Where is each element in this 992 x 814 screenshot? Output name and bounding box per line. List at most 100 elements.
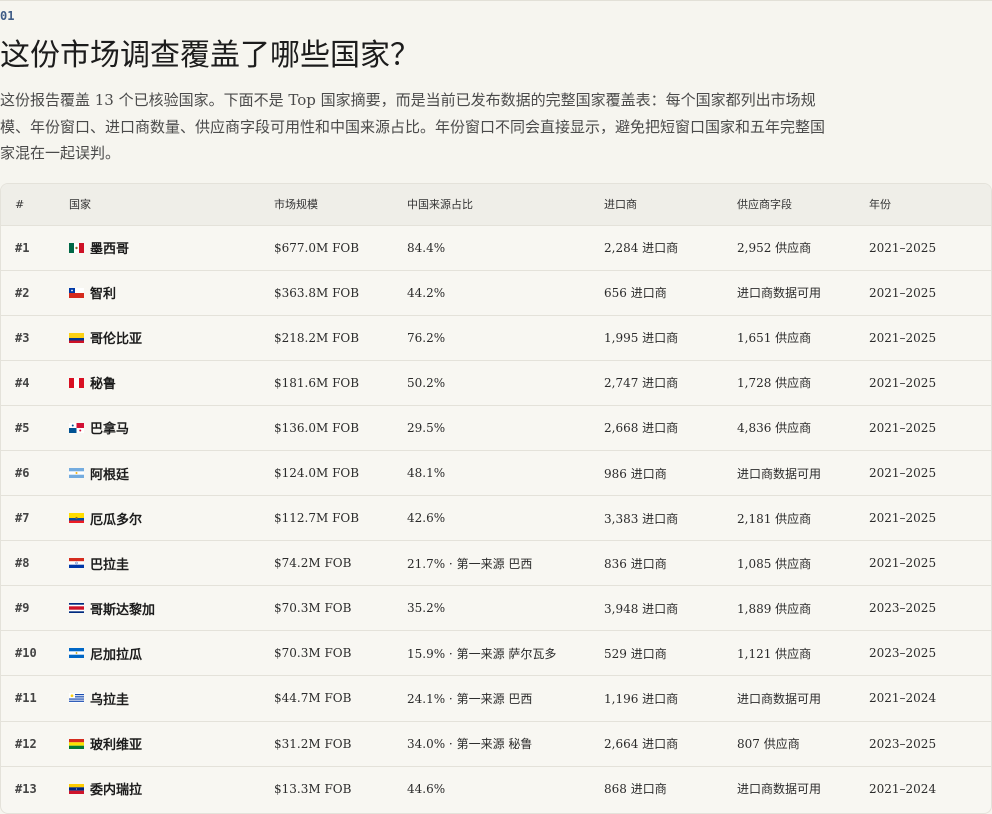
country-name: 哥伦比亚 xyxy=(90,332,143,348)
cell-rank: #11 xyxy=(15,691,37,706)
header-country: 国家 xyxy=(69,198,91,212)
uruguay-flag-icon xyxy=(69,693,84,704)
cell-years: 2021–2024 xyxy=(869,691,937,706)
cell-market-size: $31.2M FOB xyxy=(274,736,352,751)
cell-country: 玻利维亚 xyxy=(69,721,274,766)
country-name: 巴拿马 xyxy=(90,422,130,438)
table-row: #6 阿根廷 $124.0M FOB 48.1% 986 进口商 进口商数据可用 2021–… xyxy=(1,450,991,495)
header-china-share: 中国来源占比 xyxy=(407,198,473,212)
cell-years: 2023–2025 xyxy=(869,646,937,661)
country-name: 玻利维亚 xyxy=(90,738,143,754)
country-name: 尼加拉瓜 xyxy=(90,647,143,663)
intro-paragraph: 这份报告覆盖 13 个已核验国家。下面不是 Top 国家摘要，而是当前已发布数据… xyxy=(0,91,826,162)
country-name: 智利 xyxy=(90,287,117,303)
cell-country: 哥斯达黎加 xyxy=(69,586,274,631)
cell-country: 尼加拉瓜 xyxy=(69,631,274,676)
cell-importers: 2,664 进口商 xyxy=(604,737,679,752)
cell-suppliers: 进口商数据可用 xyxy=(737,691,822,706)
header-rank: # xyxy=(15,197,25,211)
panama-flag-icon xyxy=(69,422,84,433)
cell-china-share: 24.1% · 第一来源 巴西 xyxy=(407,691,533,706)
cell-rank: #9 xyxy=(15,601,30,616)
cell-years: 2021–2025 xyxy=(869,511,937,526)
cell-rank: #6 xyxy=(15,466,30,481)
table-row: #8 巴拉圭 $74.2M FOB 21.7% · 第一来源 巴西 836 进口商 1,0… xyxy=(1,540,991,586)
cell-years: 2021–2024 xyxy=(869,781,937,796)
cell-market-size: $124.0M FOB xyxy=(274,466,360,481)
cell-country: 阿根廷 xyxy=(69,450,274,495)
cell-suppliers: 1,728 供应商 xyxy=(737,376,812,391)
cell-importers: 656 进口商 xyxy=(604,286,667,301)
cell-china-share: 42.6% xyxy=(407,511,446,526)
table-row: #13 委内瑞拉 $13.3M FOB 44.6% 868 进口商 进口商数据可用 2021… xyxy=(1,766,991,811)
table-row: #12 玻利维亚 $31.2M FOB 34.0% · 第一来源 秘鲁 2,664 进口… xyxy=(1,721,991,766)
header-years: 年份 xyxy=(869,198,891,212)
cell-suppliers: 807 供应商 xyxy=(737,737,800,752)
cell-country: 委内瑞拉 xyxy=(69,766,274,811)
cell-china-share: 48.1% xyxy=(407,466,446,481)
costa-rica-flag-icon xyxy=(69,603,84,614)
section-number: 01 xyxy=(0,9,15,23)
cell-importers: 836 进口商 xyxy=(604,556,667,571)
cell-market-size: $74.2M FOB xyxy=(274,556,352,571)
table-header-row: # 国家 市场规模 中国来源占比 进口商 供应商字段 年份 xyxy=(1,184,991,225)
country-name: 厄瓜多尔 xyxy=(90,512,143,528)
cell-suppliers: 1,085 供应商 xyxy=(737,556,812,571)
colombia-flag-icon xyxy=(69,332,84,343)
cell-china-share: 15.9% · 第一来源 萨尔瓦多 xyxy=(407,646,557,661)
table-row: #1 墨西哥 $677.0M FOB 84.4% 2,284 进口商 2,952 供应商 2… xyxy=(1,225,991,270)
cell-suppliers: 进口商数据可用 xyxy=(737,782,822,797)
cell-suppliers: 进口商数据可用 xyxy=(737,286,822,301)
argentina-flag-icon xyxy=(69,468,84,479)
country-coverage-table: # 国家 市场规模 中国来源占比 进口商 供应商字段 年份 #1 墨西哥 $677.… xyxy=(0,183,992,814)
cell-importers: 868 进口商 xyxy=(604,782,667,797)
chile-flag-icon xyxy=(69,287,84,298)
cell-country: 巴拉圭 xyxy=(69,541,274,586)
cell-suppliers: 4,836 供应商 xyxy=(737,421,812,436)
cell-country: 巴拿马 xyxy=(69,405,274,450)
cell-china-share: 34.0% · 第一来源 秘鲁 xyxy=(407,737,533,752)
top-divider xyxy=(0,0,992,1)
cell-importers: 1,196 进口商 xyxy=(604,691,679,706)
cell-market-size: $363.8M FOB xyxy=(274,285,360,300)
cell-years: 2021–2025 xyxy=(869,330,937,345)
cell-china-share: 35.2% xyxy=(407,601,446,616)
cell-importers: 1,995 进口商 xyxy=(604,331,679,346)
cell-country: 秘鲁 xyxy=(69,360,274,405)
cell-years: 2021–2025 xyxy=(869,556,937,571)
cell-suppliers: 1,889 供应商 xyxy=(737,601,812,616)
cell-market-size: $181.6M FOB xyxy=(274,375,360,390)
country-name: 乌拉圭 xyxy=(90,692,130,708)
page-title: 这份市场调查覆盖了哪些国家？ xyxy=(0,38,420,73)
cell-rank: #12 xyxy=(15,736,37,751)
peru-flag-icon xyxy=(69,377,84,388)
cell-china-share: 21.7% · 第一来源 巴西 xyxy=(407,556,533,571)
country-name: 巴拉圭 xyxy=(90,557,130,573)
header-market-size: 市场规模 xyxy=(274,198,318,212)
cell-country: 智利 xyxy=(69,270,274,315)
cell-rank: #1 xyxy=(15,240,30,255)
venezuela-flag-icon xyxy=(69,783,84,794)
nicaragua-flag-icon xyxy=(69,648,84,659)
cell-years: 2023–2025 xyxy=(869,736,937,751)
cell-importers: 2,284 进口商 xyxy=(604,241,679,256)
cell-years: 2023–2025 xyxy=(869,601,937,616)
table-row: #9 哥斯达黎加 $70.3M FOB 35.2% 3,948 进口商 1,889 供应商… xyxy=(1,585,991,631)
cell-country: 墨西哥 xyxy=(69,225,274,270)
cell-country: 厄瓜多尔 xyxy=(69,496,274,541)
table-row: #3 哥伦比亚 $218.2M FOB 76.2% 1,995 进口商 1,651 供应商… xyxy=(1,315,991,360)
cell-suppliers: 1,651 供应商 xyxy=(737,331,812,346)
cell-importers: 3,948 进口商 xyxy=(604,601,679,616)
cell-country: 哥伦比亚 xyxy=(69,315,274,360)
cell-rank: #2 xyxy=(15,285,30,300)
table-row: #7 厄瓜多尔 $112.7M FOB 42.6% 3,383 进口商 2,181 供应商… xyxy=(1,495,991,541)
country-name: 墨西哥 xyxy=(90,242,130,258)
cell-market-size: $677.0M FOB xyxy=(274,240,360,255)
table-row: #11 乌拉圭 $44.7M FOB 24.1% · 第一来源 巴西 1,196 进口商… xyxy=(1,675,991,721)
bolivia-flag-icon xyxy=(69,738,84,749)
ecuador-flag-icon xyxy=(69,513,84,524)
country-name: 委内瑞拉 xyxy=(90,783,143,799)
header-importers: 进口商 xyxy=(604,198,637,212)
cell-years: 2021–2025 xyxy=(869,466,937,481)
cell-rank: #10 xyxy=(15,646,37,661)
